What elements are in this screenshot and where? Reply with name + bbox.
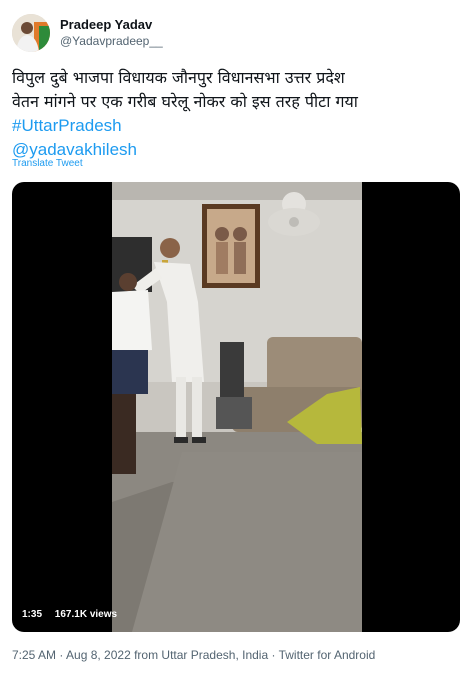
author-handle[interactable]: @Yadavpradeep__ bbox=[60, 33, 163, 50]
tweet-text-line-1: विपुल दुबे भाजपा विधायक जौनपुर विधानसभा … bbox=[12, 68, 345, 87]
translate-tweet-link[interactable]: Translate Tweet bbox=[12, 158, 83, 169]
video-duration: 1:35 bbox=[22, 609, 43, 620]
video-frame[interactable] bbox=[112, 182, 362, 632]
tweet-text: विपुल दुबे भाजपा विधायक जौनपुर विधानसभा … bbox=[12, 66, 458, 162]
author-names: Pradeep Yadav @Yadavpradeep__ bbox=[60, 16, 163, 50]
video-views: 167.1K views bbox=[54, 609, 118, 620]
avatar[interactable] bbox=[12, 14, 50, 52]
tweet-text-line-2: वेतन मांगने पर एक गरीब घरेलू नोकर को इस … bbox=[12, 92, 358, 111]
tweet-header: Pradeep Yadav @Yadavpradeep__ bbox=[12, 12, 452, 56]
hashtag-link[interactable]: #UttarPradesh bbox=[12, 114, 458, 138]
video-still bbox=[112, 182, 362, 632]
video-player[interactable]: 1:35 167.1K views bbox=[12, 182, 460, 632]
tweet-footer-timestamp[interactable]: 7:25 AM · Aug 8, 2022 from Uttar Pradesh… bbox=[12, 648, 375, 662]
author-display-name[interactable]: Pradeep Yadav bbox=[60, 16, 163, 33]
video-meta: 1:35 167.1K views bbox=[22, 609, 127, 620]
